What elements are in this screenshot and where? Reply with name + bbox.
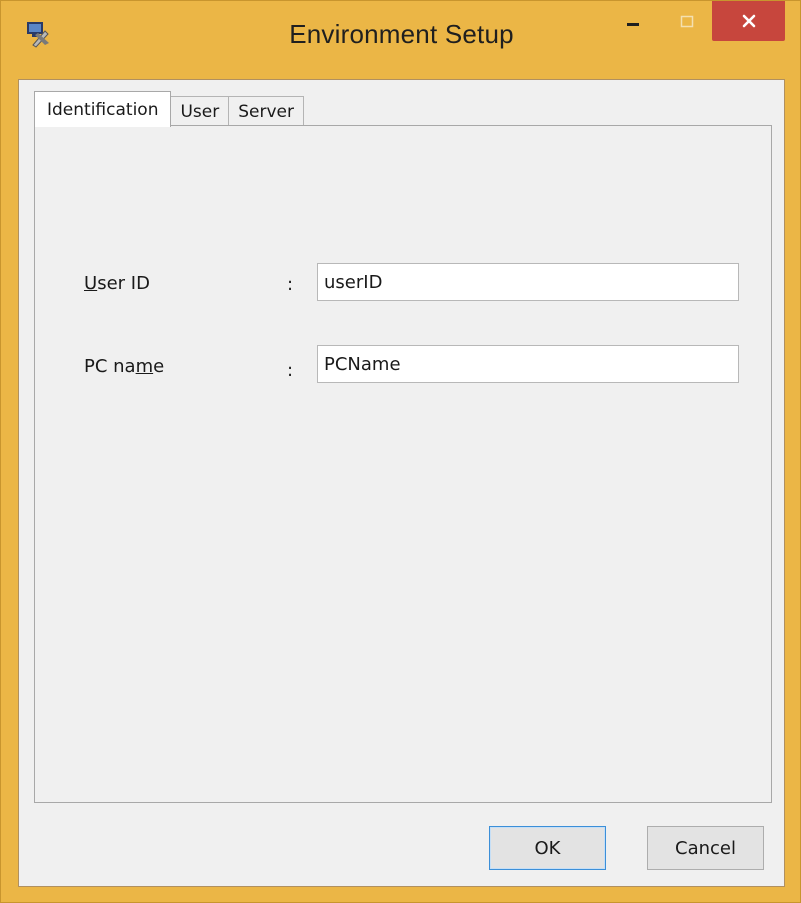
user-id-separator: : bbox=[287, 274, 294, 295]
title-bar[interactable]: Environment Setup bbox=[1, 1, 800, 79]
user-id-mnemonic: U bbox=[84, 273, 98, 294]
close-button[interactable] bbox=[712, 1, 785, 41]
user-id-label-rest: ser ID bbox=[97, 273, 150, 294]
pc-name-label-prefix: PC na bbox=[84, 356, 136, 377]
minimize-button[interactable] bbox=[610, 1, 656, 43]
pc-name-mnemonic: m bbox=[135, 356, 154, 377]
user-id-field[interactable] bbox=[317, 263, 739, 301]
pc-name-field[interactable] bbox=[317, 345, 739, 383]
user-id-label: User ID bbox=[84, 273, 150, 294]
tab-user[interactable]: User bbox=[170, 96, 230, 126]
ok-button[interactable]: OK bbox=[489, 826, 606, 870]
identification-panel: User ID : PC name : bbox=[34, 125, 772, 803]
close-icon bbox=[742, 14, 755, 28]
maximize-icon bbox=[680, 15, 694, 28]
cancel-button[interactable]: Cancel bbox=[647, 826, 764, 870]
pc-name-separator: : bbox=[287, 360, 294, 381]
pc-name-label-rest: e bbox=[153, 356, 165, 377]
minimize-icon bbox=[627, 23, 639, 26]
pc-name-label: PC name bbox=[84, 356, 164, 377]
tab-server[interactable]: Server bbox=[228, 96, 304, 126]
tab-identification[interactable]: Identification bbox=[34, 91, 172, 127]
dialog-client-area: Identification User Server User ID : PC … bbox=[18, 79, 785, 887]
maximize-button[interactable] bbox=[664, 1, 710, 43]
environment-setup-window: Environment Setup Identification User Se… bbox=[0, 0, 801, 903]
tab-strip: Identification User Server bbox=[34, 90, 304, 127]
